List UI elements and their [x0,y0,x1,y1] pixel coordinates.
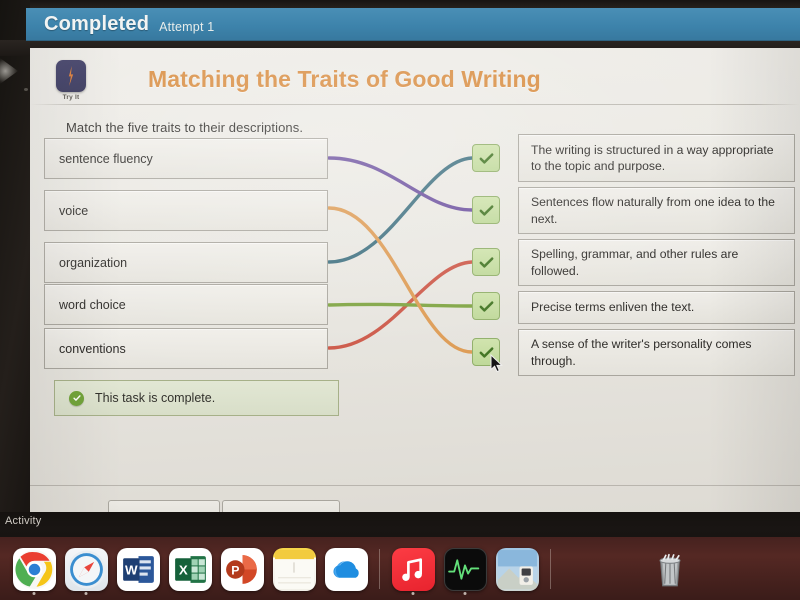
dock-item-music[interactable] [387,541,439,597]
footer-divider [30,485,800,486]
svg-text:X: X [178,562,187,577]
dock-item-excel[interactable]: X [164,541,216,597]
try-it-label: Try It [62,94,80,101]
trait-label: sentence fluency [59,151,153,166]
description-text: The writing is structured in a way appro… [531,142,774,173]
trait-label: voice [59,203,89,218]
dock-item-safari[interactable] [60,541,112,597]
trait-box-word-choice[interactable]: word choice [44,284,328,325]
description-box-1[interactable]: The writing is structured in a way appro… [518,134,795,182]
dock-tooltip: Activity [5,515,42,527]
header-divider [30,104,800,105]
dock: W X P [0,541,800,597]
svg-text:P: P [231,563,239,577]
word-icon: W [116,547,160,591]
lightning-bolt-icon [56,60,86,92]
attempt-label: Attempt 1 [159,19,215,34]
laptop-bezel-top [0,0,800,8]
check-icon [479,256,493,268]
trait-box-sentence-fluency[interactable]: sentence fluency [44,138,328,179]
trait-box-voice[interactable]: voice [44,190,328,231]
try-it-badge: Try It [52,60,90,101]
dock-item-chrome[interactable] [8,541,60,597]
dock-item-notes[interactable] [268,541,320,597]
check-icon [479,152,493,164]
description-text: Spelling, grammar, and other rules are f… [531,247,739,278]
photos-icon [495,547,539,591]
activity-monitor-icon [443,547,487,591]
status-banner: Completed Attempt 1 [26,8,800,41]
check-icon [479,204,493,216]
onedrive-icon [324,547,368,591]
description-text: Sentences flow naturally from one idea t… [531,195,775,226]
dock-separator-1 [379,549,380,589]
dock-item-photos[interactable] [491,541,543,597]
screen-speck [24,88,28,91]
description-box-5[interactable]: A sense of the writer's personality come… [518,329,795,376]
mouse-cursor [490,354,503,373]
screenshot-root: Completed Attempt 1 Try It Matching the … [0,0,800,600]
trait-box-conventions[interactable]: conventions [44,328,328,369]
dock-item-powerpoint[interactable]: P [216,541,268,597]
dock-item-trash[interactable] [644,541,696,597]
trait-label: word choice [59,297,126,312]
trait-label: organization [59,255,128,270]
match-status-badge-4 [472,292,500,320]
trash-icon [649,548,692,591]
check-icon [479,300,493,312]
dock-item-activity-monitor[interactable] [439,541,491,597]
activity-page: Try It Matching the Traits of Good Writi… [30,48,800,522]
description-box-4[interactable]: Precise terms enliven the text. [518,291,795,324]
description-text: Precise terms enliven the text. [531,300,695,315]
svg-text:W: W [125,562,138,577]
instructions-text: Match the five traits to their descripti… [66,120,304,135]
description-box-2[interactable]: Sentences flow naturally from one idea t… [518,187,795,234]
music-icon [391,547,435,591]
description-box-3[interactable]: Spelling, grammar, and other rules are f… [518,239,795,286]
dock-item-onedrive[interactable] [320,541,372,597]
notes-icon [272,547,316,591]
dock-separator-2 [550,549,551,589]
trait-label: conventions [59,341,126,356]
activity-header: Try It Matching the Traits of Good Writi… [30,52,800,104]
task-complete-banner: This task is complete. [54,380,339,416]
page-title: Matching the Traits of Good Writing [148,66,541,92]
match-status-badge-1 [472,144,500,172]
task-complete-text: This task is complete. [95,391,216,405]
chrome-icon [12,547,56,591]
match-status-badge-2 [472,196,500,224]
excel-icon: X [168,547,212,591]
powerpoint-icon: P [220,547,264,591]
description-text: A sense of the writer's personality come… [531,337,752,368]
safari-icon [64,547,108,591]
check-circle-icon [69,390,84,406]
match-status-badge-3 [472,248,500,276]
status-label: Completed [44,13,150,35]
dock-item-word[interactable]: W [112,541,164,597]
trait-box-organization[interactable]: organization [44,242,328,283]
